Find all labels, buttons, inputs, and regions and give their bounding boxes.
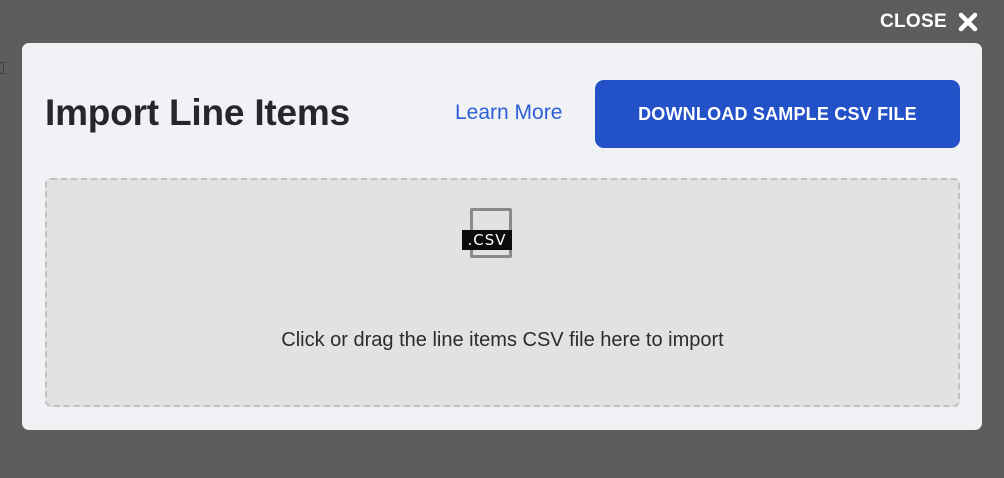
dropzone-instruction: Click or drag the line items CSV file he… xyxy=(281,329,724,351)
close-icon xyxy=(958,12,978,32)
learn-more-link[interactable]: Learn More xyxy=(455,101,562,125)
import-modal: Import Line Items Learn More DOWNLOAD SA… xyxy=(22,43,982,430)
csv-tag: .CSV xyxy=(462,230,512,250)
csv-dropzone[interactable]: .CSV Click or drag the line items CSV fi… xyxy=(45,178,960,407)
modal-title: Import Line Items xyxy=(45,92,350,133)
close-label: CLOSE xyxy=(880,11,947,32)
background-fragment xyxy=(0,62,4,74)
close-button[interactable]: CLOSE xyxy=(880,10,979,34)
csv-file-icon: .CSV xyxy=(462,208,516,262)
download-sample-csv-button[interactable]: DOWNLOAD SAMPLE CSV FILE xyxy=(595,80,960,148)
